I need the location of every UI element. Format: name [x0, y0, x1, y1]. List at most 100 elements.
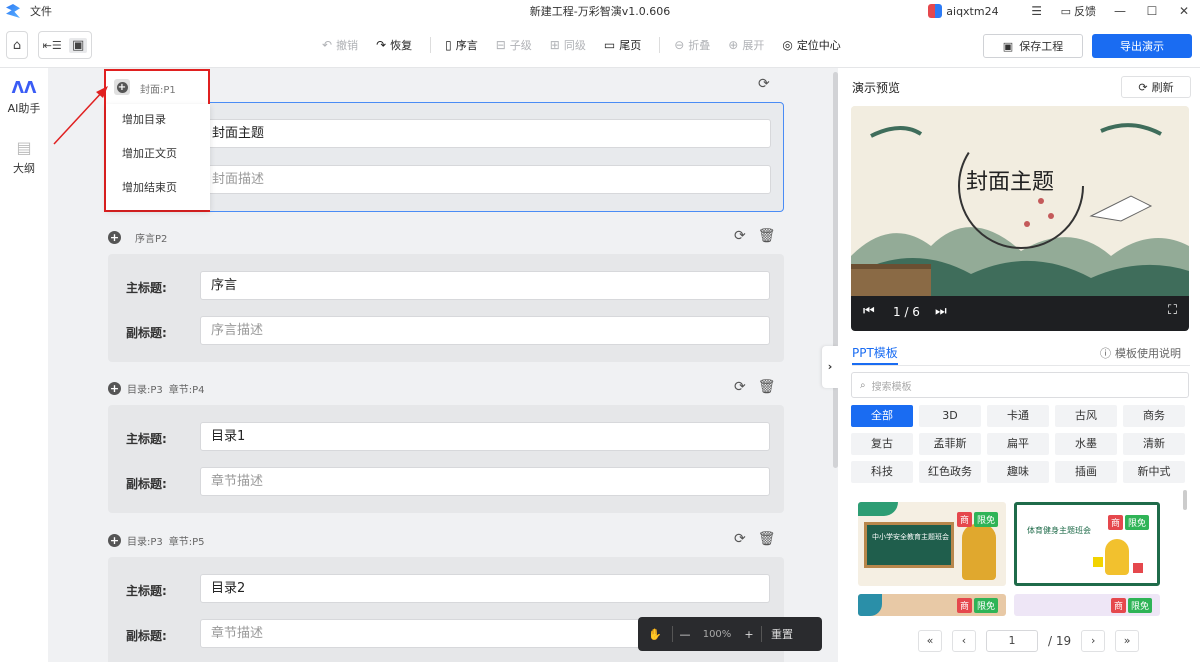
export-button[interactable]: 导出演示 [1092, 34, 1192, 58]
add-icon[interactable]: + [108, 231, 121, 244]
feedback-button[interactable]: ▭ 反馈 [1061, 3, 1096, 19]
menu-item-add-content[interactable]: 增加正文页 [106, 138, 210, 170]
close-button[interactable]: ✕ [1168, 4, 1200, 18]
collapse-button[interactable]: ⊖ 折叠 [674, 37, 710, 53]
preface-button[interactable]: ▯ 序言 [445, 37, 478, 53]
subtitle-row: 副标题: 序言描述 [108, 316, 784, 346]
save-project-button[interactable]: ▣ 保存工程 [983, 34, 1083, 58]
cover-desc-input[interactable]: 封面描述 [201, 165, 771, 194]
trash-icon[interactable]: 🗑 [758, 379, 776, 395]
subtitle-input[interactable]: 序言描述 [200, 316, 770, 345]
sidebar-item-ai-assistant[interactable]: ᐱᐱ AI助手 [0, 78, 48, 116]
title-input[interactable]: 目录2 [200, 574, 770, 603]
trash-icon[interactable]: 🗑 [758, 228, 776, 244]
end-page-button[interactable]: ▭ 尾页 [604, 37, 641, 53]
annotation-arrow [53, 86, 108, 145]
refresh-icon[interactable]: ⟳ [734, 228, 746, 244]
category-new-chinese[interactable]: 新中式 [1123, 461, 1185, 483]
first-page-icon[interactable]: « [918, 630, 942, 652]
refresh-icon[interactable]: ⟳ [734, 379, 746, 395]
target-icon: ◎ [782, 38, 793, 52]
title-row: 主标题: 序言 [108, 271, 784, 301]
add-icon[interactable]: + [108, 534, 121, 547]
category-ink[interactable]: 水墨 [1055, 433, 1117, 455]
add-icon[interactable]: + [108, 382, 121, 395]
template-help-link[interactable]: ⓘ 模板使用说明 [1100, 345, 1181, 361]
category-retro[interactable]: 复古 [851, 433, 913, 455]
menu-item-add-end[interactable]: 增加结束页 [106, 172, 210, 204]
subtitle-label: 副标题: [126, 326, 167, 340]
category-flat[interactable]: 扁平 [987, 433, 1049, 455]
home-button[interactable]: ⌂ [6, 31, 28, 59]
divider [659, 37, 661, 53]
category-illustration[interactable]: 插画 [1055, 461, 1117, 483]
tab-ppt-templates[interactable]: PPT模板 [852, 344, 898, 361]
category-fun[interactable]: 趣味 [987, 461, 1049, 483]
child-level-icon: ⊟ [495, 38, 506, 52]
panel-toggle-chevron-icon[interactable]: › [822, 346, 838, 388]
category-all[interactable]: 全部 [851, 405, 913, 427]
template-search-input[interactable]: ⌕ 搜索模板 [851, 372, 1189, 398]
trash-icon[interactable]: 🗑 [758, 531, 776, 547]
locate-center-button[interactable]: ◎ 定位中心 [782, 37, 840, 53]
user-account[interactable]: aiqxtm24 [928, 4, 999, 18]
title-row: 主标题: 目录2 [108, 574, 784, 604]
search-icon: ⌕ [860, 379, 866, 391]
title-input[interactable]: 序言 [200, 271, 770, 300]
category-3d[interactable]: 3D [919, 405, 981, 427]
panel-title: 演示预览 [852, 81, 901, 95]
category-ancient[interactable]: 古风 [1055, 405, 1117, 427]
refresh-icon: ⟳ [1138, 80, 1148, 94]
first-slide-icon[interactable]: ⏮ [863, 304, 875, 319]
preview-panel: 演示预览 ⟳ 刷新 封面主题 ⏮ 1 / 6 ⏭ ⛶ PPT模板 ⓘ 模板使用说明 … [838, 68, 1200, 662]
section-actions: ⟳ 🗑 [734, 379, 776, 395]
sidebar-item-outline[interactable]: ▤ 大纲 [0, 138, 48, 176]
category-red-gov[interactable]: 红色政务 [919, 461, 981, 483]
category-tech[interactable]: 科技 [851, 461, 913, 483]
title-input[interactable]: 目录1 [200, 422, 770, 451]
child-button[interactable]: ⊟ 子级 [496, 37, 532, 53]
add-page-menu: + 封面:P1 增加目录 增加正文页 增加结束页 [104, 69, 210, 212]
hand-icon[interactable]: ✋ [638, 628, 672, 641]
cover-page-label: 封面:P1 [140, 85, 176, 96]
zoom-reset-button[interactable]: 重置 [762, 626, 802, 642]
template-card[interactable]: 商限免 [858, 594, 1006, 616]
sibling-button[interactable]: ⊞ 同级 [550, 37, 586, 53]
add-button[interactable]: + [114, 79, 130, 95]
refresh-icon[interactable]: ⟳ [758, 76, 770, 92]
hamburger-menu-icon[interactable]: ☰ [1021, 4, 1053, 18]
refresh-button[interactable]: ⟳ 刷新 [1121, 76, 1191, 98]
end-page-label: 尾页 [619, 39, 642, 52]
slide-view-icon[interactable]: ▣ [69, 37, 88, 53]
cover-title-input[interactable]: 封面主题 [201, 119, 771, 148]
outline-view-icon[interactable]: ⇤☰ [43, 39, 62, 52]
next-slide-icon[interactable]: ⏭ [935, 304, 947, 319]
undo-button[interactable]: ↶ 撤销 [322, 37, 358, 53]
subtitle-input[interactable]: 章节描述 [200, 467, 770, 496]
category-business[interactable]: 商务 [1123, 405, 1185, 427]
category-cartoon[interactable]: 卡通 [987, 405, 1049, 427]
zoom-in-button[interactable]: + [737, 628, 761, 641]
last-page-icon[interactable]: » [1115, 630, 1140, 652]
page-input[interactable]: 1 [986, 630, 1038, 652]
template-card[interactable]: 中小学安全教育主题班会 商限免 [858, 502, 1006, 586]
category-fresh[interactable]: 清新 [1123, 433, 1185, 455]
zoom-out-button[interactable]: — [673, 628, 697, 641]
prev-page-icon[interactable]: ‹ [952, 630, 976, 652]
expand-button[interactable]: ⊕ 展开 [728, 37, 764, 53]
template-card[interactable]: 商限免 [1014, 594, 1160, 616]
next-page-icon[interactable]: › [1081, 630, 1106, 652]
minimize-button[interactable]: — [1104, 4, 1136, 18]
redo-button[interactable]: ↷ 恢复 [376, 37, 412, 53]
refresh-icon[interactable]: ⟳ [734, 531, 746, 547]
title-label: 主标题: [126, 281, 167, 295]
maximize-button[interactable]: ☐ [1136, 4, 1168, 18]
category-memphis[interactable]: 孟菲斯 [919, 433, 981, 455]
file-menu[interactable]: 文件 [30, 3, 52, 19]
menu-item-add-toc[interactable]: 增加目录 [106, 104, 210, 136]
save-icon: ▣ [1002, 39, 1014, 53]
fullscreen-icon[interactable]: ⛶ [1168, 303, 1177, 318]
view-toggle[interactable]: ⇤☰ ▣ [38, 31, 92, 59]
template-scrollbar[interactable] [1183, 490, 1187, 510]
template-card[interactable]: 体育健身主题班会 商限免 [1014, 502, 1160, 586]
